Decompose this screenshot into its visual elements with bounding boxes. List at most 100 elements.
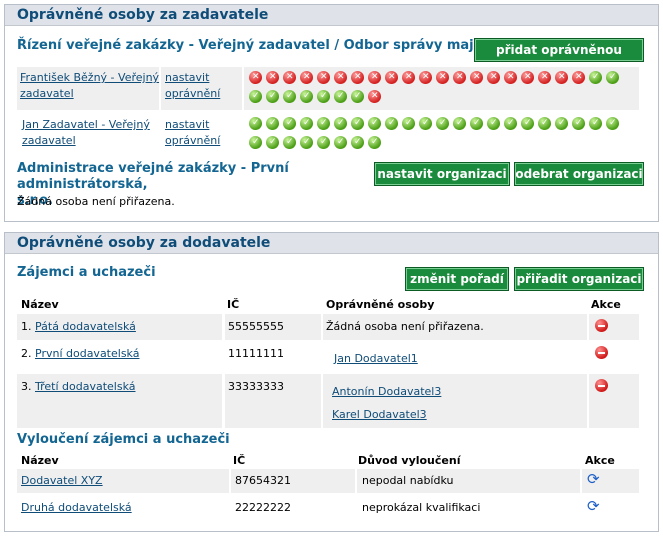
person-name[interactable]: Jan Zadavatel - Veřejný zadavatel bbox=[22, 117, 150, 149]
denied-icon bbox=[300, 71, 313, 84]
col-header-action: Akce bbox=[585, 454, 615, 467]
set-rights-link-line1[interactable]: nastavit bbox=[165, 71, 209, 84]
col-header-ic: IČ bbox=[227, 298, 240, 311]
allowed-icon bbox=[606, 71, 619, 84]
denied-icon bbox=[351, 71, 364, 84]
row-reason: neprokázal kvalifikaci bbox=[362, 501, 481, 514]
change-order-button[interactable]: změnit pořadí bbox=[405, 267, 509, 291]
person-link[interactable]: Antonín Dodavatel3 bbox=[332, 385, 441, 398]
allowed-icon bbox=[436, 117, 449, 130]
allowed-icon bbox=[402, 117, 415, 130]
allowed-icon bbox=[589, 117, 602, 130]
row-ic: 22222222 bbox=[235, 501, 291, 514]
denied-icon bbox=[487, 71, 500, 84]
denied-icon bbox=[572, 71, 585, 84]
rights-icons bbox=[249, 117, 634, 155]
denied-icon bbox=[504, 71, 517, 84]
row-reason: nepodal nabídku bbox=[362, 474, 454, 487]
allowed-icon bbox=[249, 90, 262, 103]
allowed-icon bbox=[419, 117, 432, 130]
allowed-icon bbox=[334, 136, 347, 149]
set-organization-button[interactable]: nastavit organizaci bbox=[374, 162, 510, 186]
allowed-icon bbox=[300, 90, 313, 103]
row-ic: 33333333 bbox=[228, 380, 284, 393]
row-number: 3. bbox=[21, 380, 32, 393]
allowed-icon bbox=[317, 90, 330, 103]
person-name-link[interactable]: František Běžný - Veřejný bbox=[20, 71, 159, 84]
allowed-icon bbox=[589, 71, 602, 84]
allowed-icon bbox=[351, 90, 364, 103]
table-row: 1. Pátá dodavatelská bbox=[21, 320, 136, 333]
allowed-icon bbox=[249, 136, 262, 149]
supplier-link[interactable]: Pátá dodavatelská bbox=[35, 320, 136, 333]
restore-icon[interactable]: ⟳ bbox=[587, 499, 600, 514]
excluded-supplier-link[interactable]: Dodavatel XYZ bbox=[21, 474, 103, 487]
allowed-icon bbox=[572, 117, 585, 130]
remove-icon[interactable] bbox=[595, 379, 608, 395]
person-name-link-line2[interactable]: zadavatel bbox=[22, 134, 76, 147]
section-title: Řízení veřejné zakázky - Veřejný zadavat… bbox=[17, 38, 507, 53]
excluded-supplier-link[interactable]: Druhá dodavatelská bbox=[21, 501, 132, 514]
allowed-icon bbox=[283, 90, 296, 103]
allowed-icon bbox=[555, 117, 568, 130]
set-rights-link-line2[interactable]: oprávnění bbox=[165, 87, 220, 100]
allowed-icon bbox=[368, 117, 381, 130]
supplier-link[interactable]: První dodavatelská bbox=[35, 347, 139, 360]
panel-heading: Oprávněné osoby za zadavatele bbox=[5, 5, 658, 26]
allowed-icon bbox=[521, 117, 534, 130]
col-header-action: Akce bbox=[591, 298, 621, 311]
col-header-ic: IČ bbox=[233, 454, 246, 467]
col-header-name: Název bbox=[21, 454, 59, 467]
denied-icon bbox=[402, 71, 415, 84]
row-ic: 11111111 bbox=[228, 347, 284, 360]
col-header-persons: Oprávněné osoby bbox=[326, 298, 435, 311]
remove-organization-button[interactable]: odebrat organizaci bbox=[514, 162, 644, 186]
denied-icon bbox=[385, 71, 398, 84]
person-name[interactable]: František Běžný - Veřejný zadavatel bbox=[20, 70, 159, 102]
allowed-icon bbox=[266, 136, 279, 149]
col-header-reason: Důvod vyloučení bbox=[358, 454, 461, 467]
allowed-icon bbox=[351, 117, 364, 130]
person-name-link-line2[interactable]: zadavatel bbox=[20, 87, 74, 100]
remove-icon[interactable] bbox=[595, 319, 608, 335]
set-rights-link-line2[interactable]: oprávnění bbox=[165, 134, 220, 147]
row-persons-empty: Žádná osoba není přiřazena. bbox=[326, 320, 484, 333]
denied-icon bbox=[555, 71, 568, 84]
denied-icon bbox=[249, 71, 262, 84]
set-rights-link[interactable]: nastavit oprávnění bbox=[165, 70, 220, 102]
allowed-icon bbox=[453, 117, 466, 130]
denied-icon bbox=[368, 71, 381, 84]
allowed-icon bbox=[266, 90, 279, 103]
restore-icon[interactable]: ⟳ bbox=[587, 472, 600, 487]
set-rights-link-line1[interactable]: nastavit bbox=[165, 118, 209, 131]
denied-icon bbox=[538, 71, 551, 84]
allowed-icon bbox=[249, 117, 262, 130]
remove-icon[interactable] bbox=[595, 346, 608, 362]
set-rights-link[interactable]: nastavit oprávnění bbox=[165, 117, 220, 149]
denied-icon bbox=[436, 71, 449, 84]
person-link[interactable]: Karel Dodavatel3 bbox=[332, 408, 427, 421]
admin-title-line1: Administrace veřejné zakázky - První adm… bbox=[17, 161, 289, 192]
admin-empty-text: Žádná osoba není přiřazena. bbox=[17, 195, 175, 208]
allowed-icon bbox=[300, 136, 313, 149]
row-ic: 87654321 bbox=[235, 474, 291, 487]
allowed-icon bbox=[606, 117, 619, 130]
allowed-icon bbox=[538, 117, 551, 130]
allowed-icon bbox=[317, 117, 330, 130]
row-ic: 55555555 bbox=[228, 320, 284, 333]
person-name-link[interactable]: Jan Zadavatel - Veřejný bbox=[22, 118, 150, 131]
add-authorized-person-button[interactable]: přidat oprávněnou osobu bbox=[474, 38, 644, 80]
denied-icon bbox=[317, 71, 330, 84]
col-header-name: Název bbox=[21, 298, 59, 311]
section-title: Zájemci a uchazeči bbox=[17, 265, 156, 280]
allowed-icon bbox=[283, 136, 296, 149]
allowed-icon bbox=[334, 90, 347, 103]
supplier-link[interactable]: Třetí dodavatelská bbox=[35, 380, 136, 393]
allowed-icon bbox=[351, 136, 364, 149]
assign-organization-button[interactable]: přiřadit organizaci bbox=[514, 267, 644, 291]
denied-icon bbox=[419, 71, 432, 84]
denied-icon bbox=[453, 71, 466, 84]
person-link[interactable]: Jan Dodavatel1 bbox=[334, 352, 418, 365]
panel-heading: Oprávněné osoby za dodavatele bbox=[5, 233, 658, 254]
denied-icon bbox=[266, 71, 279, 84]
